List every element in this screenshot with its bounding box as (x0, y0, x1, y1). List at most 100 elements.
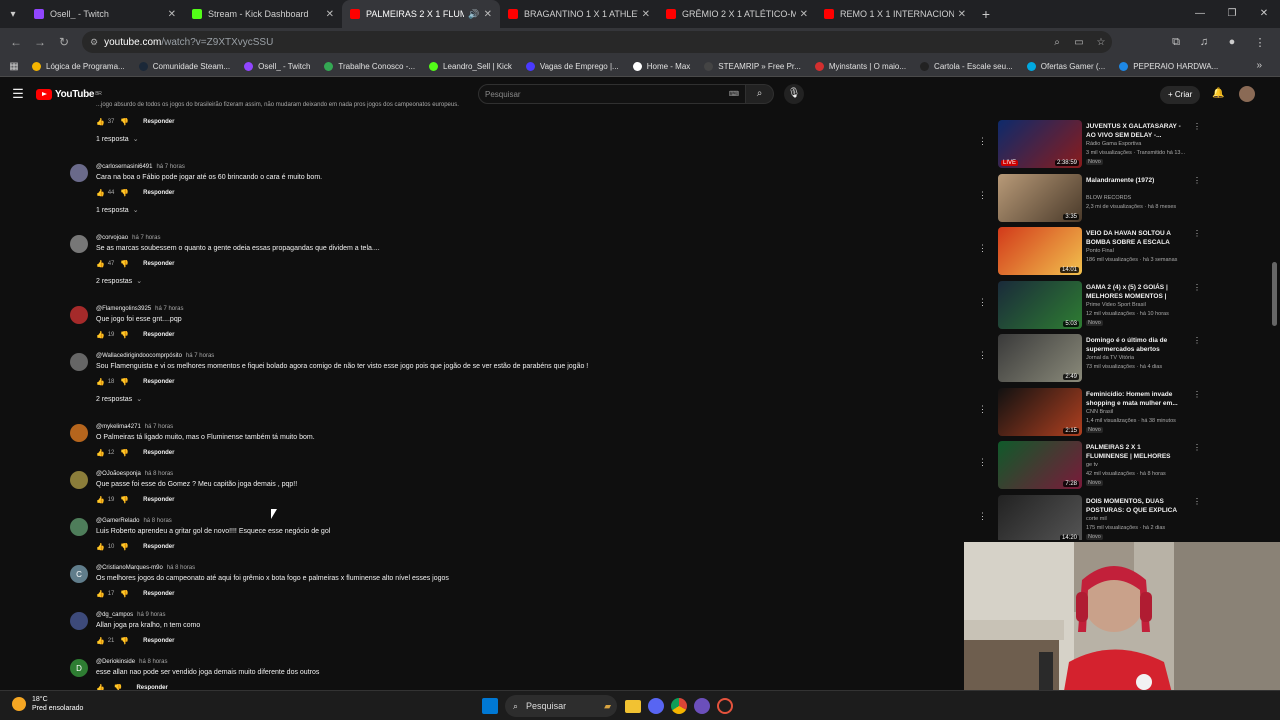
cast-icon[interactable]: ▭ (1068, 37, 1090, 48)
weather-widget[interactable]: 18°C Pred ensolarado (12, 695, 83, 713)
zoom-icon[interactable]: ⌕ (1046, 37, 1068, 48)
bookmark-item[interactable]: Myinstants | O maio... (814, 61, 906, 71)
dislike-icon[interactable]: 👎 (120, 449, 129, 457)
more-actions-icon[interactable]: ⋮ (978, 136, 987, 147)
reply-button[interactable]: Responder (143, 544, 174, 550)
dislike-icon[interactable]: 👎 (120, 637, 129, 645)
video-thumbnail[interactable]: 14:01 (998, 227, 1082, 275)
bookmark-item[interactable]: Leandro_Sell | Kick (429, 61, 512, 71)
comment-author[interactable]: @Deriokinside há 8 horas (96, 659, 167, 665)
tab-close-icon[interactable]: ✕ (168, 9, 176, 20)
tab-close-icon[interactable]: ✕ (958, 9, 966, 20)
comment-time[interactable]: há 8 horas (145, 471, 173, 477)
comment-time[interactable]: há 7 horas (156, 164, 184, 170)
tab-audio-icon[interactable]: 🔊 (468, 9, 479, 20)
avatar[interactable]: C (70, 565, 88, 583)
video-menu-icon[interactable]: ⋮ (1193, 336, 1201, 345)
video-thumbnail[interactable]: 2:38:59 LIVE (998, 120, 1082, 168)
video-thumbnail[interactable]: 5:03 (998, 280, 1082, 329)
browser-tab[interactable]: Osell_ - Twitch ✕ (26, 0, 184, 28)
view-replies-button[interactable]: 2 respostas ⌄ (96, 277, 142, 285)
comment-author[interactable]: @CristianoMarques-m9o há 8 horas (96, 565, 195, 571)
taskbar-search[interactable]: ⌕ Pesquisar ▰ (505, 695, 617, 717)
close-window-button[interactable]: ✕ (1248, 0, 1280, 28)
recommended-video[interactable]: ⋮ 3:35 Malandramente (1972) BLOW RECORDS 2,3… (976, 173, 1206, 226)
discord-icon[interactable] (648, 698, 664, 714)
extensions-icon[interactable]: ⧉ (1162, 36, 1190, 49)
comment-author[interactable]: @Wallacedirigindoocomprpósito há 7 horas (96, 353, 214, 359)
bookmark-item[interactable]: Comunidade Steam... (138, 61, 230, 71)
app-icon[interactable] (717, 698, 733, 714)
recommended-video[interactable]: ⋮ 2:38:59 LIVE JUVENTUS X GALATASARAY - AO … (976, 120, 1206, 172)
comment-time[interactable]: há 7 horas (155, 306, 183, 312)
windows-start-icon[interactable] (482, 698, 498, 714)
reply-button[interactable]: Responder (143, 119, 174, 125)
reply-button[interactable]: Responder (143, 379, 174, 385)
video-thumbnail[interactable]: 3:35 (998, 173, 1082, 222)
bookmark-item[interactable]: Osell_ - Twitch (244, 61, 310, 71)
menu-icon[interactable]: ☰ (0, 86, 36, 102)
comment-author[interactable]: @dg_campos há 9 horas (96, 612, 165, 618)
channel-name[interactable]: CNN Brasil (1086, 409, 1113, 415)
like-icon[interactable]: 👍 (96, 378, 105, 386)
dislike-icon[interactable]: 👎 (120, 118, 129, 126)
channel-name[interactable]: Ponto Final (1086, 248, 1114, 254)
bookmark-item[interactable]: STEAMRIP » Free Pr... (704, 61, 801, 71)
video-thumbnail[interactable]: 2:49 (998, 334, 1082, 382)
video-title[interactable]: GAMA 2 (4) x (5) 2 GOIÁS | MELHORES MOME… (1086, 283, 1182, 301)
browser-tab[interactable]: PALMEIRAS 2 X 1 FLUMINE🔊 ✕ (342, 0, 500, 28)
bookmark-item[interactable]: Ofertas Gamer (... (1026, 61, 1105, 71)
recommended-video[interactable]: ⋮ 14:01 VEIO DA HAVAN SOLTOU A BOMBA SOBRE… (976, 227, 1206, 279)
like-icon[interactable]: 👍 (96, 331, 105, 339)
avatar[interactable] (70, 518, 88, 536)
dislike-icon[interactable]: 👎 (120, 378, 129, 386)
keyboard-icon[interactable]: ⌨ (729, 90, 739, 98)
forward-button[interactable]: → (28, 35, 52, 49)
like-icon[interactable]: 👍 (96, 637, 105, 645)
bookmark-item[interactable]: PEPERAIO HARDWA... (1119, 61, 1218, 71)
more-actions-icon[interactable]: ⋮ (978, 457, 987, 468)
tab-close-icon[interactable]: ✕ (326, 9, 334, 20)
avatar[interactable]: D (70, 659, 88, 677)
recommended-video[interactable]: ⋮ 7:28 PALMEIRAS 2 X 1 FLUMINENSE | MELHOR… (976, 441, 1206, 493)
like-icon[interactable]: 👍 (96, 189, 105, 197)
like-icon[interactable]: 👍 (96, 543, 105, 551)
like-icon[interactable]: 👍 (96, 260, 105, 268)
tab-close-icon[interactable]: ✕ (642, 9, 650, 20)
view-replies-button[interactable]: 1 resposta ⌄ (96, 135, 139, 143)
comment-handle[interactable]: @dg_campos (96, 612, 133, 618)
comment-handle[interactable]: @corvojoao (96, 235, 128, 241)
new-tab-button[interactable]: + (974, 6, 998, 22)
more-actions-icon[interactable]: ⋮ (978, 243, 987, 254)
reply-button[interactable]: Responder (143, 450, 174, 456)
recommended-video[interactable]: ⋮ 2:15 Feminicídio: Homem invade shopping … (976, 387, 1206, 440)
like-icon[interactable]: 👍 (96, 496, 105, 504)
comment-author[interactable]: @carlosernasini6491 há 7 horas (96, 164, 185, 170)
back-button[interactable]: ← (4, 35, 28, 49)
obs-icon[interactable] (694, 698, 710, 714)
reply-button[interactable]: Responder (143, 497, 174, 503)
chrome-icon[interactable] (671, 698, 687, 714)
chrome-menu-icon[interactable]: ⋮ (1246, 36, 1274, 49)
video-menu-icon[interactable]: ⋮ (1193, 122, 1201, 131)
recommended-video[interactable]: ⋮ 2:49 Domingo é o último dia de supermerc… (976, 334, 1206, 386)
channel-name[interactable]: ge tv (1086, 462, 1098, 468)
video-title[interactable]: Domingo é o último dia de supermercados … (1086, 336, 1182, 354)
bookmark-item[interactable]: Home - Max (632, 61, 690, 71)
comment-time[interactable]: há 8 horas (167, 565, 195, 571)
avatar[interactable] (70, 612, 88, 630)
avatar[interactable] (70, 306, 88, 324)
more-actions-icon[interactable]: ⋮ (978, 190, 987, 201)
channel-name[interactable]: Jornal da TV Vitória (1086, 355, 1134, 361)
browser-tab[interactable]: GRÊMIO 2 X 1 ATLÉTICO-MG | ✕ (658, 0, 816, 28)
channel-name[interactable]: BLOW RECORDS (1086, 195, 1131, 201)
media-controls-icon[interactable]: ♫ (1190, 36, 1218, 48)
video-thumbnail[interactable]: 7:28 (998, 441, 1082, 489)
video-menu-icon[interactable]: ⋮ (1193, 283, 1201, 292)
browser-tab[interactable]: Stream - Kick Dashboard ✕ (184, 0, 342, 28)
like-icon[interactable]: 👍 (96, 449, 105, 457)
comment-handle[interactable]: @mykelima4271 (96, 424, 141, 430)
site-info-icon[interactable]: ⚙ (90, 37, 98, 48)
comment-time[interactable]: há 7 horas (145, 424, 173, 430)
bookmarks-overflow-icon[interactable]: » (1256, 60, 1262, 71)
